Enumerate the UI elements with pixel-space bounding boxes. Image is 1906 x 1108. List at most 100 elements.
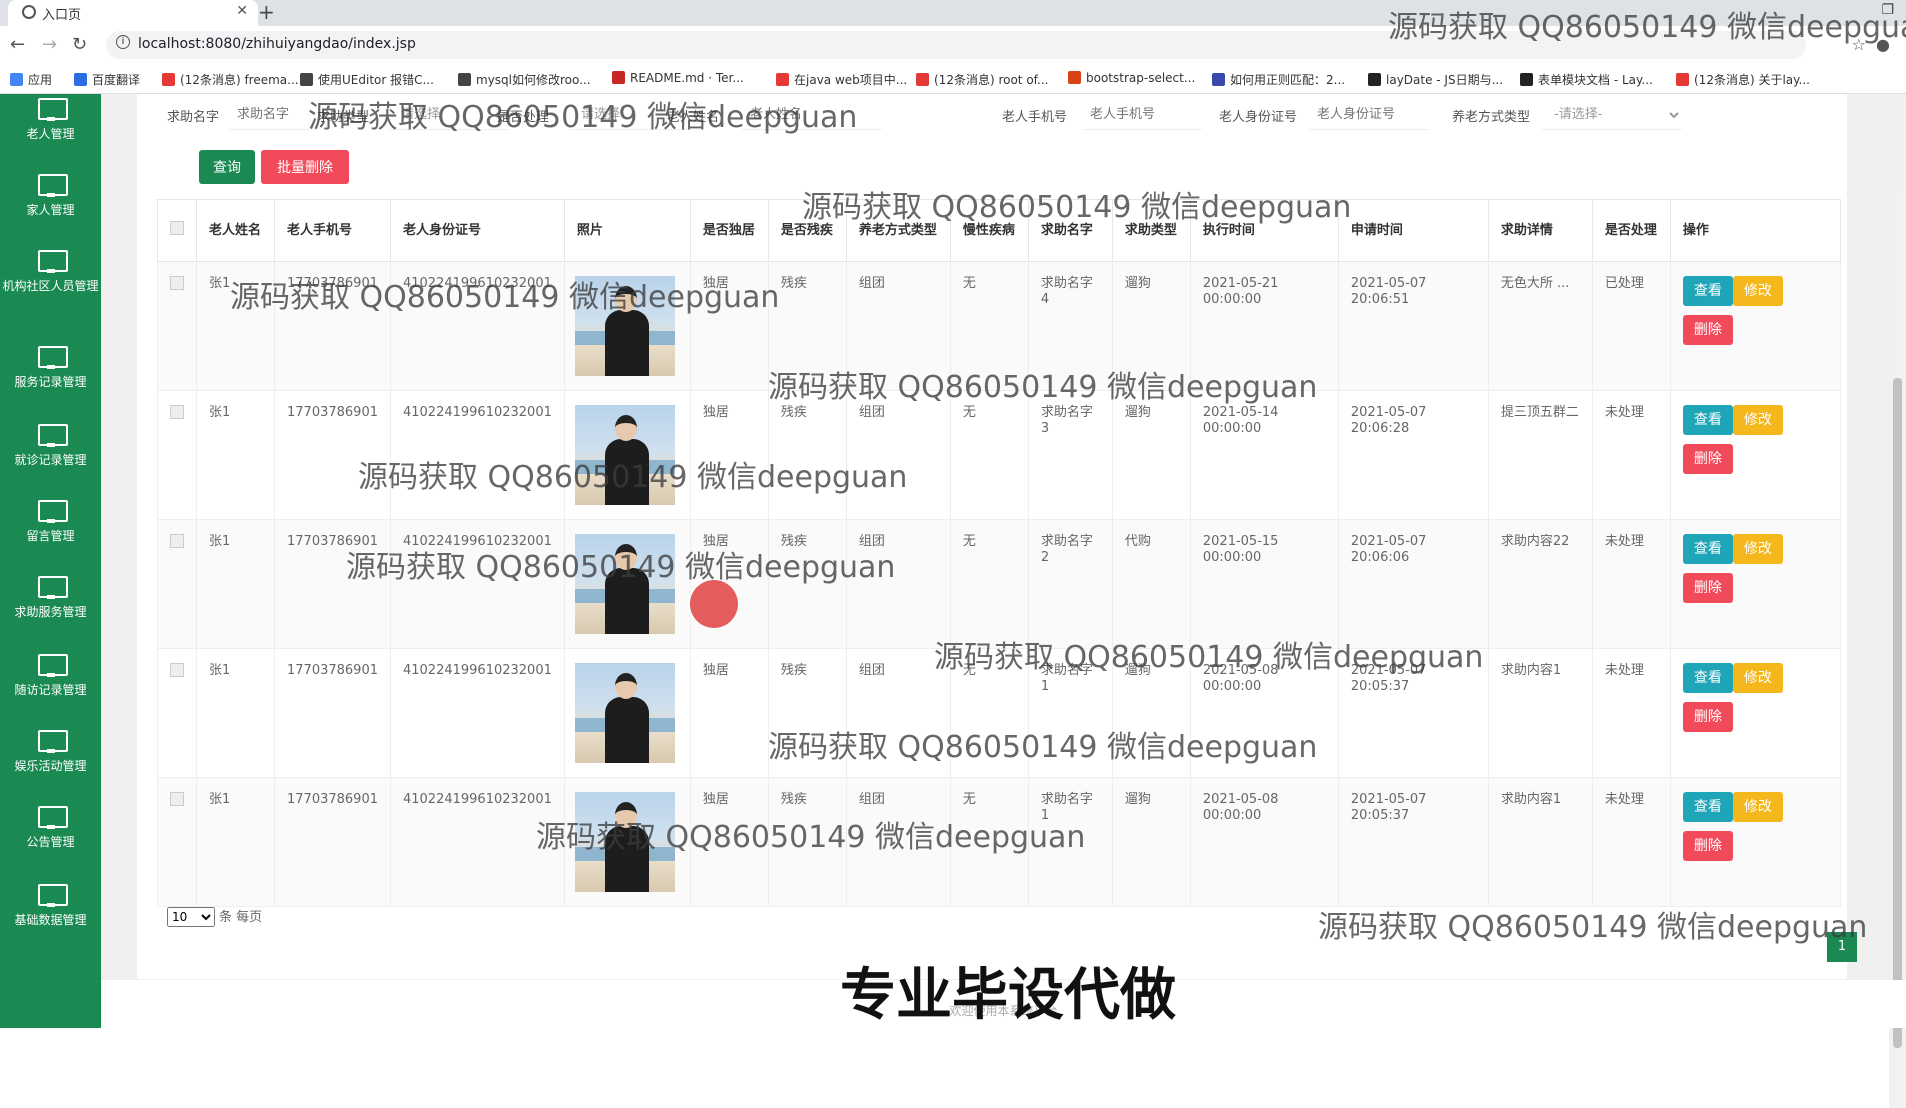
- monitor-icon: [37, 730, 68, 754]
- bookmark-item[interactable]: mysql如何修改roo...: [458, 71, 591, 88]
- page-size-select[interactable]: 10: [167, 907, 215, 927]
- edit-button[interactable]: 修改: [1732, 276, 1783, 306]
- help-name-input[interactable]: [229, 100, 309, 130]
- sidebar-item[interactable]: 服务记录管理: [0, 346, 101, 390]
- scrollbar[interactable]: [1889, 188, 1906, 1108]
- sidebar-item[interactable]: 就诊记录管理: [0, 424, 101, 468]
- actions-cell: 查看 修改删除: [1669, 648, 1841, 778]
- bookmark-favicon-icon: [1068, 71, 1081, 84]
- page-1-button[interactable]: 1: [1827, 932, 1857, 962]
- sidebar-item[interactable]: 求助服务管理: [0, 576, 101, 620]
- bookmark-item[interactable]: 应用: [10, 71, 52, 88]
- close-tab-icon[interactable]: ✕: [236, 3, 248, 19]
- batch-delete-button[interactable]: 批量删除: [261, 150, 349, 184]
- window-restore-icon[interactable]: ❐: [1881, 2, 1894, 18]
- view-button[interactable]: 查看: [1682, 663, 1733, 693]
- sidebar-item[interactable]: 随访记录管理: [0, 654, 101, 698]
- delete-button[interactable]: 删除: [1682, 831, 1733, 861]
- cell-text: 2021-05-07 20:06:28: [1350, 405, 1427, 436]
- cell-text: 求助名字3: [1040, 405, 1093, 436]
- content-panel: 求助名字 求助类型 请选择 是否处理请选择 老人姓名 老人手机号 老人身份证号 养…: [137, 94, 1857, 979]
- sidebar-item[interactable]: 留言管理: [0, 500, 101, 544]
- query-button[interactable]: 查询: [199, 150, 255, 184]
- cell-mode: 组团: [845, 648, 951, 778]
- cell-status: 未处理: [1591, 648, 1671, 778]
- cell-status: 未处理: [1591, 777, 1671, 907]
- elder-name-input[interactable]: [742, 100, 882, 130]
- profile-icon[interactable]: ●: [1876, 35, 1890, 54]
- row-checkbox[interactable]: [170, 792, 184, 806]
- view-button[interactable]: 查看: [1682, 792, 1733, 822]
- sidebar-item-label: 留言管理: [26, 529, 75, 543]
- bookmark-item[interactable]: 表单模块文档 - Lay...: [1520, 71, 1653, 88]
- url-input[interactable]: i localhost:8080/zhihuiyangdao/index.jsp: [106, 31, 1806, 59]
- view-button[interactable]: 查看: [1682, 405, 1733, 435]
- bookmark-item[interactable]: (12条消息) freema...: [162, 71, 299, 88]
- edit-button[interactable]: 修改: [1732, 792, 1783, 822]
- table-header-row: 老人姓名 老人手机号 老人身份证号 照片 是否独居 是否残疾 养老方式类型 慢性疾病 求助名字求…: [157, 199, 1841, 262]
- bookmark-favicon-icon: [10, 73, 23, 86]
- help-type-select[interactable]: 请选择: [389, 100, 509, 130]
- bookmark-item[interactable]: 使用UEditor 报错C...: [300, 71, 434, 88]
- row-select-cell: [157, 777, 197, 907]
- elder-phone-input[interactable]: [1082, 100, 1202, 130]
- bookmark-star-icon[interactable]: ☆: [1852, 35, 1866, 54]
- back-icon[interactable]: ←: [10, 34, 25, 55]
- cell-text: 独居: [702, 792, 729, 807]
- bookmark-item[interactable]: (12条消息) root of...: [916, 71, 1048, 88]
- cell-text: 无: [962, 534, 976, 549]
- cell-text: 已处理: [1604, 276, 1644, 291]
- sidebar-item[interactable]: 公告管理: [0, 806, 101, 850]
- column-header: 养老方式类型: [845, 199, 951, 262]
- monitor-icon: [37, 654, 68, 678]
- cell-text: 2021-05-08 00:00:00: [1202, 663, 1279, 694]
- scrollbar-thumb[interactable]: [1893, 378, 1902, 1048]
- sidebar-item[interactable]: 老人管理: [0, 98, 101, 142]
- bookmark-item[interactable]: (12条消息) 关于lay...: [1676, 71, 1810, 88]
- bookmark-item[interactable]: bootstrap-select...: [1068, 71, 1195, 85]
- delete-button[interactable]: 删除: [1682, 444, 1733, 474]
- row-checkbox[interactable]: [170, 534, 184, 548]
- bookmark-item[interactable]: 如何用正则匹配：2...: [1212, 71, 1345, 88]
- edit-button[interactable]: 修改: [1732, 663, 1783, 693]
- view-button[interactable]: 查看: [1682, 276, 1733, 306]
- edit-button[interactable]: 修改: [1732, 405, 1783, 435]
- bookmark-label: (12条消息) 关于lay...: [1694, 73, 1810, 87]
- cell-text: 17703786901: [287, 534, 378, 549]
- elder-id-input[interactable]: [1309, 100, 1429, 130]
- column-header: 是否处理: [1591, 199, 1671, 262]
- cell-exec-time: 2021-05-15 00:00:00: [1189, 519, 1339, 649]
- cell-text: 求助内容22: [1500, 534, 1570, 549]
- edit-button[interactable]: 修改: [1732, 534, 1783, 564]
- bookmark-item[interactable]: 在java web项目中...: [776, 71, 907, 88]
- view-button[interactable]: 查看: [1682, 534, 1733, 564]
- bookmark-favicon-icon: [916, 73, 929, 86]
- row-checkbox[interactable]: [170, 276, 184, 290]
- delete-button[interactable]: 删除: [1682, 573, 1733, 603]
- bookmark-item[interactable]: layDate - JS日期与...: [1368, 71, 1503, 88]
- sidebar-item[interactable]: 机构社区人员管理: [0, 250, 101, 294]
- sidebar-item[interactable]: 基础数据管理: [0, 884, 101, 928]
- forward-icon[interactable]: →: [42, 34, 57, 55]
- sidebar-item[interactable]: 娱乐活动管理: [0, 730, 101, 774]
- bookmark-item[interactable]: README.md · Ter...: [612, 71, 744, 85]
- bookmark-item[interactable]: 百度翻译: [74, 71, 140, 88]
- select-all-checkbox[interactable]: [170, 221, 184, 235]
- cell-chronic: 无: [949, 648, 1029, 778]
- cell-phone: 17703786901: [274, 390, 391, 520]
- search-field-elder-phone: 老人手机号: [1002, 100, 1202, 130]
- info-icon[interactable]: i: [116, 35, 130, 49]
- reload-icon[interactable]: ↻: [72, 34, 87, 55]
- browser-tab-bar: 入口页 ✕ + ❐: [0, 0, 1906, 26]
- delete-button[interactable]: 删除: [1682, 315, 1733, 345]
- row-checkbox[interactable]: [170, 663, 184, 677]
- care-mode-select[interactable]: -请选择-: [1542, 100, 1682, 130]
- row-checkbox[interactable]: [170, 405, 184, 419]
- browser-tab[interactable]: 入口页 ✕: [8, 0, 258, 26]
- new-tab-button[interactable]: +: [258, 0, 275, 24]
- cell-detail: 无色大所 ...: [1487, 261, 1593, 391]
- cell-text: 组团: [858, 663, 885, 678]
- delete-button[interactable]: 删除: [1682, 702, 1733, 732]
- sidebar-item[interactable]: 家人管理: [0, 174, 101, 218]
- cell-status: 已处理: [1591, 261, 1671, 391]
